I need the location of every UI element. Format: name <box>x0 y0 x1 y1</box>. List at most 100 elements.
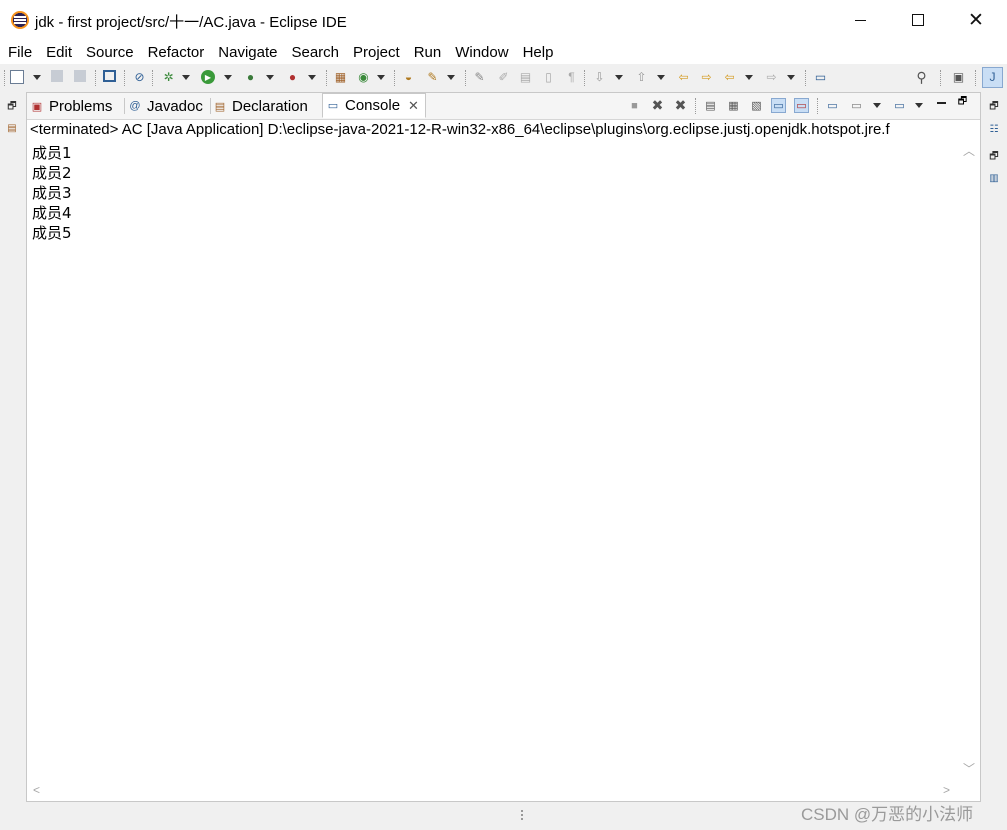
display-console-icon[interactable]: ▭ <box>849 98 864 113</box>
problems-icon: ▣ <box>31 100 43 113</box>
toolbar-separator <box>394 70 396 86</box>
toolbar-separator <box>940 70 942 86</box>
tab-declaration[interactable]: ▤ Declaration <box>213 94 308 118</box>
java-perspective-icon[interactable]: J <box>982 67 1003 88</box>
scroll-down-icon[interactable]: ﹀ <box>963 760 975 777</box>
menu-bar: File Edit Source Refactor Navigate Searc… <box>0 40 1007 64</box>
toggle-mark-occurrences-icon[interactable]: ✎ <box>472 70 487 85</box>
scroll-right-icon[interactable]: > <box>943 783 950 797</box>
menu-navigate[interactable]: Navigate <box>211 44 284 61</box>
last-edit-forward-icon[interactable]: ⇨ <box>699 70 714 85</box>
coverage-icon[interactable]: ● <box>243 70 258 85</box>
save-all-icon[interactable] <box>74 70 86 82</box>
remove-all-terminated-icon[interactable]: ✖ <box>673 97 688 113</box>
new-dropdown-icon[interactable] <box>33 70 41 85</box>
tab-label: Console <box>345 97 401 114</box>
vertical-scrollbar[interactable]: ︿ ﹀ <box>959 142 980 782</box>
restore-icon[interactable]: 🗗 <box>988 101 1000 113</box>
back-icon[interactable]: ⇦ <box>722 70 737 85</box>
coverage-dropdown-icon[interactable] <box>266 70 274 85</box>
toolbar-separator <box>975 70 977 86</box>
tab-javadoc[interactable]: @ Javadoc <box>128 94 202 118</box>
outline-icon[interactable]: ☷ <box>988 123 1000 135</box>
maximize-button[interactable] <box>895 0 941 40</box>
title-bar: jdk - first project/src/十一/AC.java - Ecl… <box>0 0 1007 40</box>
terminate-icon[interactable]: ■ <box>627 98 642 113</box>
toggle-word-wrap-icon[interactable]: ▯ <box>541 70 556 85</box>
status-bar-grip[interactable] <box>521 810 525 824</box>
open-console-dropdown-icon[interactable] <box>915 98 923 113</box>
toolbar-separator <box>465 70 467 86</box>
horizontal-scrollbar[interactable]: < > <box>27 781 959 801</box>
left-trim-bar: 🗗 ▤ <box>0 92 24 802</box>
debug-dropdown-icon[interactable] <box>182 70 190 85</box>
clear-console-icon[interactable]: ▤ <box>703 98 718 113</box>
last-edit-location-icon[interactable]: ⇦ <box>676 70 691 85</box>
skip-breakpoints-icon[interactable]: ⊘ <box>132 70 147 85</box>
pin-editor-icon[interactable]: ▭ <box>813 70 828 85</box>
scroll-left-icon[interactable]: < <box>33 783 40 797</box>
close-window-button[interactable]: ✕ <box>953 0 999 40</box>
minimize-view-icon[interactable] <box>934 95 949 110</box>
restore-icon[interactable]: 🗗 <box>988 151 1000 163</box>
tab-label: Problems <box>49 97 113 115</box>
scroll-up-icon[interactable]: ︿ <box>963 142 975 159</box>
display-console-dropdown-icon[interactable] <box>873 98 881 113</box>
menu-run[interactable]: Run <box>407 44 449 61</box>
toggle-breadcrumb-icon[interactable]: ▤ <box>518 70 533 85</box>
open-console-icon[interactable]: ▭ <box>892 98 907 113</box>
package-explorer-icon[interactable]: ▤ <box>6 122 18 134</box>
external-tools-icon[interactable]: ● <box>285 70 300 85</box>
forward-dropdown-icon[interactable] <box>787 70 795 85</box>
watermark: CSDN @万恶的小法师 <box>801 805 974 824</box>
tab-console[interactable]: ▭ Console ✕ <box>322 93 426 118</box>
back-dropdown-icon[interactable] <box>745 70 753 85</box>
menu-project[interactable]: Project <box>346 44 407 61</box>
quick-access-icon[interactable]: ⚲ <box>914 70 929 85</box>
show-on-error-icon[interactable]: ▭ <box>794 98 809 113</box>
terminal-icon[interactable] <box>103 70 116 82</box>
toggle-block-selection-icon[interactable]: ✐ <box>496 70 511 85</box>
close-tab-icon[interactable]: ✕ <box>408 98 419 114</box>
next-annotation-icon[interactable]: ⇩ <box>592 70 607 85</box>
scroll-lock-icon[interactable]: ▦ <box>726 98 741 113</box>
previous-annotation-dropdown-icon[interactable] <box>657 70 665 85</box>
console-output[interactable]: 成员1 成员2 成员3 成员4 成员5 <box>27 142 959 782</box>
search-icon[interactable]: ✎ <box>425 70 440 85</box>
forward-icon[interactable]: ⇨ <box>764 70 779 85</box>
javadoc-icon: @ <box>129 100 141 112</box>
new-java-project-icon[interactable]: ▦ <box>333 70 348 85</box>
next-annotation-dropdown-icon[interactable] <box>615 70 623 85</box>
menu-search[interactable]: Search <box>284 44 346 61</box>
menu-window[interactable]: Window <box>448 44 515 61</box>
task-list-icon[interactable]: ▥ <box>988 172 1000 184</box>
menu-source[interactable]: Source <box>79 44 141 61</box>
word-wrap-icon[interactable]: ▧ <box>749 98 764 113</box>
restore-icon[interactable]: 🗗 <box>6 101 18 113</box>
menu-edit[interactable]: Edit <box>39 44 79 61</box>
new-icon[interactable] <box>10 70 24 84</box>
new-class-icon[interactable]: ◉ <box>356 70 371 85</box>
run-icon[interactable]: ▶ <box>201 70 215 84</box>
external-tools-dropdown-icon[interactable] <box>308 70 316 85</box>
menu-help[interactable]: Help <box>516 44 561 61</box>
run-dropdown-icon[interactable] <box>224 70 232 85</box>
maximize-view-icon[interactable]: 🗗 <box>955 95 970 110</box>
menu-file[interactable]: File <box>1 44 39 61</box>
menu-refactor[interactable]: Refactor <box>141 44 212 61</box>
open-type-icon[interactable]: ◒ <box>401 70 416 85</box>
toolbar-separator <box>124 70 126 86</box>
search-dropdown-icon[interactable] <box>447 70 455 85</box>
remove-launch-icon[interactable]: ✖ <box>650 97 665 113</box>
debug-icon[interactable]: ✲ <box>161 70 176 85</box>
tab-problems[interactable]: ▣ Problems <box>30 94 113 118</box>
previous-annotation-icon[interactable]: ⇧ <box>634 70 649 85</box>
pin-console-icon[interactable]: ▭ <box>825 98 840 113</box>
show-on-output-icon[interactable]: ▭ <box>771 98 786 113</box>
minimize-button[interactable] <box>837 0 883 40</box>
save-icon[interactable] <box>51 70 63 82</box>
new-class-dropdown-icon[interactable] <box>377 70 385 85</box>
open-perspective-icon[interactable]: ▣ <box>951 70 966 85</box>
show-whitespace-icon[interactable]: ¶ <box>564 70 579 85</box>
console-view: ▣ Problems @ Javadoc ▤ Declaration ▭ Con… <box>26 92 981 802</box>
